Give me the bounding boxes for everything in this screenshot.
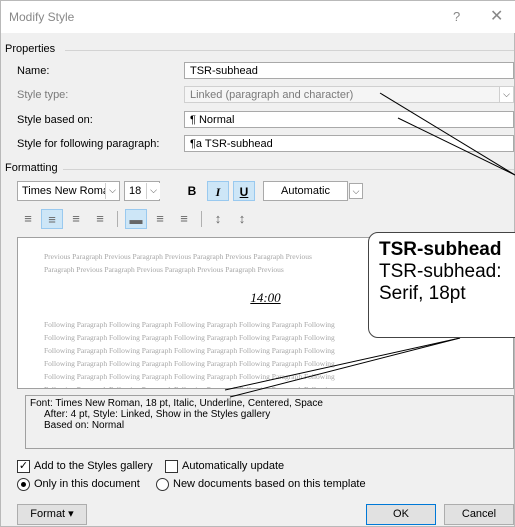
callout-line: TSR-subhead: bbox=[379, 261, 502, 282]
callout-title: TSR-subhead bbox=[379, 239, 502, 260]
annotation-callout: TSR-subhead TSR-subhead: Serif, 18pt bbox=[368, 232, 515, 338]
callout-line: Serif, 18pt bbox=[379, 283, 466, 304]
